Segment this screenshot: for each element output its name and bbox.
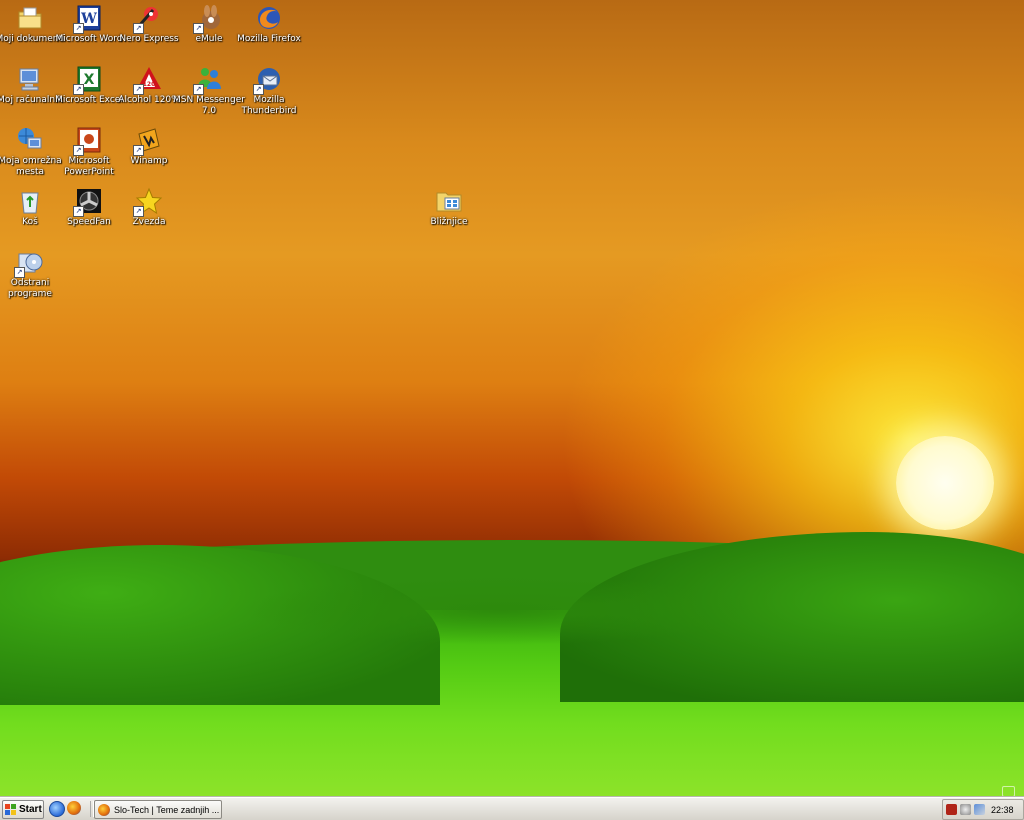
shortcut-arrow-icon: ↗: [73, 23, 84, 34]
windows-logo-icon: [5, 803, 17, 816]
system-tray: 22:38: [942, 799, 1024, 820]
corner-icon: [1002, 786, 1015, 797]
internet-explorer-icon[interactable]: [49, 801, 65, 817]
recycle-bin-icon: [14, 185, 46, 217]
shortcut-arrow-icon: ↗: [253, 84, 264, 95]
icon-label: Zvezda: [132, 217, 166, 227]
volume-icon[interactable]: [960, 804, 971, 815]
nero-icon: ↗: [133, 2, 165, 34]
taskbar-window-button[interactable]: Slo-Tech | Teme zadnjih ...: [94, 800, 222, 819]
alcohol-icon: 120 ↗: [133, 63, 165, 95]
firefox-icon: [98, 803, 110, 816]
desktop-icon-zvezda[interactable]: ↗ Zvezda: [111, 185, 187, 228]
uninstall-programs-icon: ↗: [14, 246, 46, 278]
desktop-icon-thunderbird[interactable]: ↗ Mozilla Thunderbird: [231, 63, 307, 117]
excel-icon: X ↗: [73, 63, 105, 95]
icon-label: Odstrani programe: [8, 278, 52, 299]
shortcut-arrow-icon: ↗: [133, 84, 144, 95]
shortcut-arrow-icon: ↗: [73, 206, 84, 217]
shortcut-arrow-icon: ↗: [73, 145, 84, 156]
powerpoint-icon: ↗: [73, 124, 105, 156]
speedfan-tray-icon[interactable]: [946, 804, 957, 815]
valley-shade: [240, 575, 760, 645]
desktop-icon-firefox[interactable]: Mozilla Firefox: [231, 2, 307, 45]
speedfan-icon: ↗: [73, 185, 105, 217]
emule-icon: ↗: [193, 2, 225, 34]
shortcuts-folder-icon: [433, 185, 465, 217]
shortcut-arrow-icon: ↗: [73, 84, 84, 95]
msn-icon: ↗: [193, 63, 225, 95]
desktop-icon-winamp[interactable]: ↗ Winamp: [111, 124, 187, 167]
desktop-wallpaper: Moji dokumenti W ↗ Microsoft Word ↗ Nero…: [0, 0, 1024, 797]
thunderbird-icon: ↗: [253, 63, 285, 95]
desktop-icon-uninstall-programs[interactable]: ↗ Odstrani programe: [0, 246, 68, 300]
shortcut-arrow-icon: ↗: [193, 23, 204, 34]
start-button[interactable]: Start: [2, 800, 44, 819]
network-places-icon: [14, 124, 46, 156]
shortcut-arrow-icon: ↗: [133, 145, 144, 156]
icon-label: Mozilla Firefox: [237, 34, 301, 44]
star-icon: ↗: [133, 185, 165, 217]
network-icon[interactable]: [974, 804, 985, 815]
desktop-icon-shortcuts-folder[interactable]: Bližnjice: [411, 185, 487, 228]
documents-folder-icon: [14, 2, 46, 34]
shortcut-arrow-icon: ↗: [133, 23, 144, 34]
firefox-icon: [253, 2, 285, 34]
word-icon: W ↗: [73, 2, 105, 34]
icon-label: Mozilla Thunderbird: [241, 95, 297, 116]
taskbar: Start Slo-Tech | Teme zadnjih ... 22:38: [0, 797, 1024, 820]
taskbar-window-title: Slo-Tech | Teme zadnjih ...: [114, 804, 220, 815]
shortcut-arrow-icon: ↗: [133, 206, 144, 217]
sun: [896, 436, 994, 530]
shortcut-arrow-icon: ↗: [193, 84, 204, 95]
firefox-icon[interactable]: [67, 801, 81, 815]
clock[interactable]: 22:38: [991, 805, 1014, 815]
svg-text:120: 120: [143, 81, 156, 88]
computer-icon: [14, 63, 46, 95]
svg-text:X: X: [84, 72, 95, 88]
start-label: Start: [19, 804, 42, 815]
icon-label: Bližnjice: [430, 217, 468, 227]
icon-label: Winamp: [130, 156, 168, 166]
shortcut-arrow-icon: ↗: [14, 267, 25, 278]
winamp-icon: ↗: [133, 124, 165, 156]
